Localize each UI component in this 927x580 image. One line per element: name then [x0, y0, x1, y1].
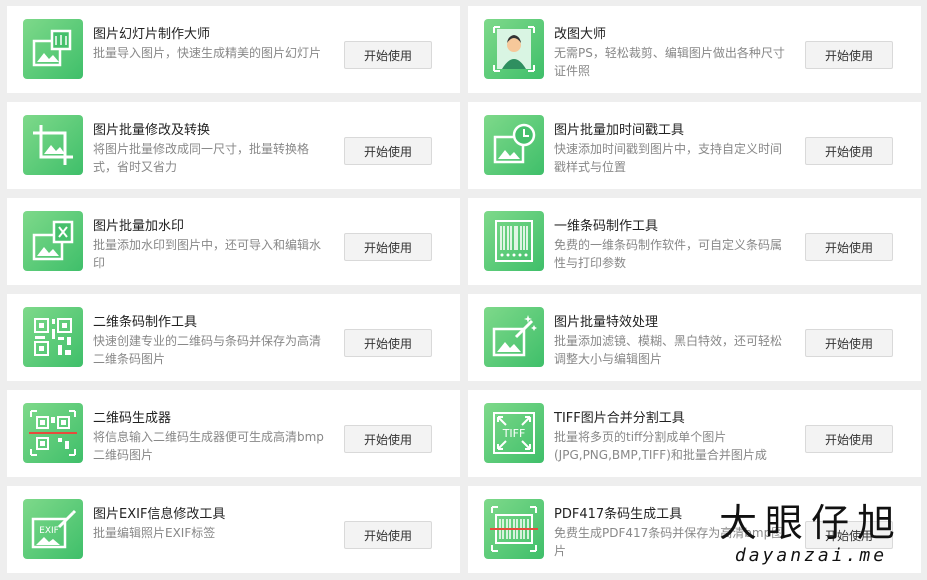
tool-description: 免费生成PDF417条码并保存为高清bmp图片: [554, 526, 784, 558]
start-button[interactable]: 开始使用: [805, 425, 893, 453]
tool-card: 二维码生成器 将信息输入二维码生成器便可生成高清bmp二维码图片 开始使用: [7, 390, 460, 477]
svg-text:EXIF: EXIF: [39, 526, 59, 536]
tool-description: 批量导入图片，快速生成精美的图片幻灯片: [93, 46, 322, 60]
tool-title: 改图大师: [554, 27, 607, 42]
tool-description: 将信息输入二维码生成器便可生成高清bmp二维码图片: [93, 430, 324, 462]
tool-title: 图片EXIF信息修改工具: [93, 507, 226, 522]
qrcode-icon: [23, 307, 83, 367]
barcode-icon: [484, 211, 544, 271]
tool-description: 将图片批量修改成同一尺寸，批量转换格式，省时又省力: [93, 142, 310, 174]
magic-wand-icon: [484, 307, 544, 367]
tool-card: TIFF TIFF图片合并分割工具 批量将多页的tiff分割成单个图片(JPG,…: [468, 390, 921, 477]
tool-title: 图片批量加时间戳工具: [554, 123, 685, 138]
slideshow-icon: [23, 19, 83, 79]
tool-grid: 图片幻灯片制作大师 批量导入图片，快速生成精美的图片幻灯片 开始使用 改图大师 …: [7, 6, 921, 573]
tool-title: 二维条码制作工具: [93, 315, 198, 330]
tool-card: 图片批量加时间戳工具 快速添加时间戳到图片中，支持自定义时间戳样式与位置 开始使…: [468, 102, 921, 189]
tool-card: 图片批量特效处理 批量添加滤镜、模糊、黑白特效，还可轻松调整大小与编辑图片 开始…: [468, 294, 921, 381]
tool-title: PDF417条码生成工具: [554, 507, 683, 522]
watermark-icon: [23, 211, 83, 271]
tool-description: 批量添加滤镜、模糊、黑白特效，还可轻松调整大小与编辑图片: [554, 334, 783, 366]
start-button[interactable]: 开始使用: [344, 425, 432, 453]
clock-image-icon: [484, 115, 544, 175]
start-button[interactable]: 开始使用: [805, 521, 893, 549]
tool-card: EXIF 图片EXIF信息修改工具 批量编辑照片EXIF标签 开始使用: [7, 486, 460, 573]
tool-card: 改图大师 无需PS，轻松裁剪、编辑图片做出各种尺寸证件照 开始使用: [468, 6, 921, 93]
tool-card: 图片批量修改及转换 将图片批量修改成同一尺寸，批量转换格式，省时又省力 开始使用: [7, 102, 460, 189]
tiff-icon: TIFF: [484, 403, 544, 463]
tool-card: 二维条码制作工具 快速创建专业的二维码与条码并保存为高清二维条码图片 开始使用: [7, 294, 460, 381]
start-button[interactable]: 开始使用: [805, 329, 893, 357]
tool-card: 图片批量加水印 批量添加水印到图片中，还可导入和编辑水印 开始使用: [7, 198, 460, 285]
start-button[interactable]: 开始使用: [344, 233, 432, 261]
start-button[interactable]: 开始使用: [344, 329, 432, 357]
tool-title: 图片幻灯片制作大师: [93, 27, 211, 42]
tool-description: 快速添加时间戳到图片中，支持自定义时间戳样式与位置: [554, 142, 783, 174]
tool-description: 批量编辑照片EXIF标签: [93, 526, 216, 540]
tool-title: 图片批量修改及转换: [93, 123, 211, 138]
tool-title: 二维码生成器: [93, 411, 172, 426]
tool-card: 图片幻灯片制作大师 批量导入图片，快速生成精美的图片幻灯片 开始使用: [7, 6, 460, 93]
crop-icon: [23, 115, 83, 175]
tool-description: 快速创建专业的二维码与条码并保存为高清二维条码图片: [93, 334, 322, 366]
exif-icon: EXIF: [23, 499, 83, 559]
start-button[interactable]: 开始使用: [344, 41, 432, 69]
tool-title: 图片批量加水印: [93, 219, 185, 234]
tool-title: 一维条码制作工具: [554, 219, 659, 234]
start-button[interactable]: 开始使用: [344, 521, 432, 549]
pdf417-icon: [484, 499, 544, 559]
tool-description: 无需PS，轻松裁剪、编辑图片做出各种尺寸证件照: [554, 46, 785, 78]
start-button[interactable]: 开始使用: [344, 137, 432, 165]
tool-card: 一维条码制作工具 免费的一维条码制作软件，可自定义条码属性与打印参数 开始使用: [468, 198, 921, 285]
start-button[interactable]: 开始使用: [805, 233, 893, 261]
qr-scan-icon: [23, 403, 83, 463]
tool-card: PDF417条码生成工具 免费生成PDF417条码并保存为高清bmp图片 开始使…: [468, 486, 921, 573]
tool-description: 批量将多页的tiff分割成单个图片(JPG,PNG,BMP,TIFF)和批量合并…: [554, 430, 767, 462]
tool-description: 批量添加水印到图片中，还可导入和编辑水印: [93, 238, 322, 270]
tool-title: TIFF图片合并分割工具: [554, 411, 685, 426]
tool-title: 图片批量特效处理: [554, 315, 659, 330]
svg-text:TIFF: TIFF: [502, 427, 526, 440]
start-button[interactable]: 开始使用: [805, 41, 893, 69]
id-photo-icon: [484, 19, 544, 79]
tool-description: 免费的一维条码制作软件，可自定义条码属性与打印参数: [554, 238, 783, 270]
start-button[interactable]: 开始使用: [805, 137, 893, 165]
